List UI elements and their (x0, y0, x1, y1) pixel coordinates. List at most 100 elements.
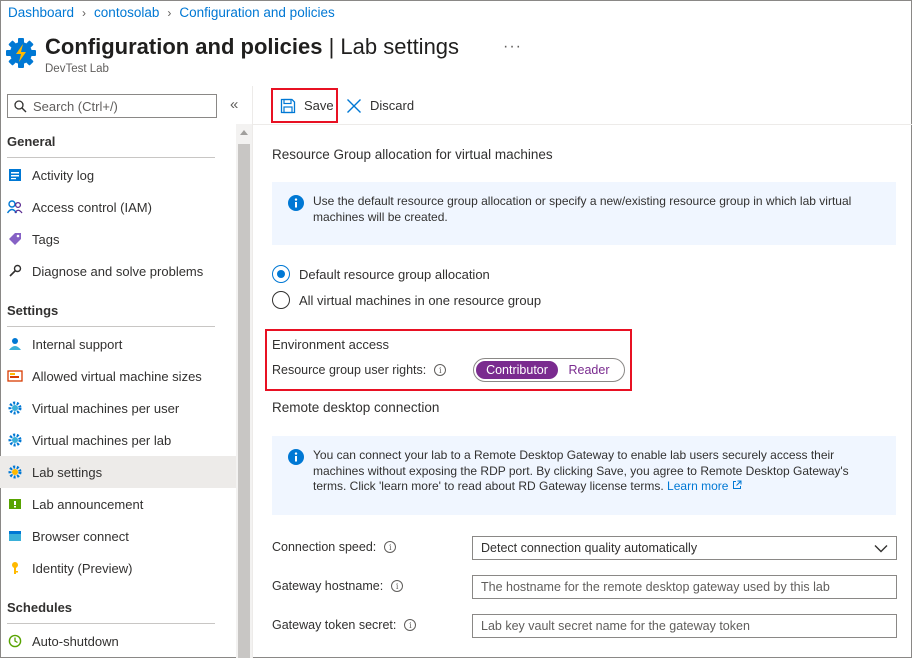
discard-label: Discard (370, 98, 415, 113)
gateway-hostname-input[interactable] (481, 580, 896, 594)
radio-button[interactable] (272, 291, 290, 309)
sidebar-item-label: Diagnose and solve problems (32, 263, 204, 279)
radio-default-allocation[interactable]: Default resource group allocation (272, 265, 490, 283)
sidebar-item-label: Allowed virtual machine sizes (32, 368, 202, 384)
external-link-icon (732, 480, 742, 489)
page-header: Configuration and policies | Lab setting… (6, 32, 521, 75)
clock-icon (7, 633, 23, 649)
sidebar-item-lab-settings[interactable]: Lab settings (0, 456, 236, 488)
sidebar-item-tags[interactable]: Tags (0, 223, 236, 255)
sidebar-item-browser-connect[interactable]: Browser connect (0, 520, 236, 552)
scroll-up-arrow-icon[interactable] (240, 130, 248, 135)
connection-speed-dropdown[interactable]: Detect connection quality automatically (472, 536, 897, 560)
announcement-icon (7, 496, 23, 512)
section-heading-schedules: Schedules (7, 600, 73, 615)
save-button[interactable]: Save (271, 88, 338, 123)
divider (7, 326, 215, 327)
gateway-token-label: Gateway token secret: i (272, 618, 417, 632)
radio-button-checked[interactable] (272, 265, 290, 283)
search-input[interactable]: Search (Ctrl+/) (7, 94, 217, 118)
connection-speed-value: Detect connection quality automatically (481, 541, 698, 555)
search-icon (14, 99, 27, 112)
collapse-sidebar-icon[interactable]: « (230, 96, 238, 113)
save-icon (280, 98, 296, 113)
rg-info-text: Use the default resource group allocatio… (313, 194, 852, 224)
sidebar-item-label: Browser connect (32, 528, 129, 544)
radio-label: All virtual machines in one resource gro… (299, 292, 542, 308)
sidebar-item-diagnose[interactable]: Diagnose and solve problems (0, 255, 236, 287)
breadcrumb: Dashboard › contosolab › Configuration a… (8, 5, 335, 20)
info-icon[interactable]: i (384, 541, 397, 553)
connection-speed-label: Connection speed: i (272, 540, 397, 554)
sidebar-item-allowed-vm-sizes[interactable]: Allowed virtual machine sizes (0, 360, 236, 392)
info-icon[interactable]: i (391, 580, 404, 592)
info-icon[interactable]: i (434, 364, 447, 376)
browser-icon (7, 528, 23, 544)
gateway-hostname-field[interactable] (472, 575, 897, 599)
save-label: Save (304, 98, 334, 113)
gear-icon (7, 432, 23, 448)
people-icon (7, 199, 23, 215)
toggle-reader[interactable]: Reader (558, 361, 620, 379)
sidebar-item-lab-announcement[interactable]: Lab announcement (0, 488, 236, 520)
page-title: Configuration and policies | Lab setting… (45, 34, 460, 59)
search-placeholder: Search (Ctrl+/) (33, 98, 118, 114)
info-icon[interactable]: i (404, 619, 417, 631)
sidebar-item-label: Auto-shutdown (32, 633, 119, 649)
gateway-token-field[interactable] (472, 614, 897, 638)
discard-button[interactable]: Discard (346, 88, 414, 123)
sidebar-item-vms-per-user[interactable]: Virtual machines per user (0, 392, 236, 424)
user-rights-toggle[interactable]: Contributor Reader (473, 358, 625, 382)
key-icon (7, 560, 23, 576)
toolbar-divider (253, 124, 912, 125)
sidebar-item-label: Identity (Preview) (32, 560, 133, 576)
sidebar-menu: General Activity log Access control (IAM… (0, 124, 236, 658)
chevron-right-icon: › (82, 5, 87, 20)
scrollbar-thumb[interactable] (238, 144, 250, 658)
sidebar-item-auto-shutdown[interactable]: Auto-shutdown (0, 625, 236, 657)
radio-single-rg[interactable]: All virtual machines in one resource gro… (272, 291, 541, 309)
section-heading-settings: Settings (7, 303, 59, 318)
chevron-right-icon: › (167, 5, 172, 20)
sidebar-item-identity[interactable]: Identity (Preview) (0, 552, 236, 584)
sidebar-item-label: Internal support (32, 336, 123, 352)
activity-log-icon (7, 167, 23, 183)
sidebar-item-vms-per-lab[interactable]: Virtual machines per lab (0, 424, 236, 456)
vm-sizes-icon (7, 368, 23, 384)
page-subtitle: DevTest Lab (45, 63, 109, 75)
sidebar-item-label: Lab settings (32, 464, 103, 480)
info-icon (288, 449, 304, 465)
rg-allocation-heading: Resource Group allocation for virtual ma… (272, 147, 553, 162)
sidebar-item-access-control[interactable]: Access control (IAM) (0, 191, 236, 223)
rdp-info-banner: You can connect your lab to a Remote Des… (272, 436, 896, 515)
support-person-icon (7, 336, 23, 352)
sidebar-scrollbar[interactable] (236, 124, 252, 658)
toggle-contributor[interactable]: Contributor (476, 361, 558, 379)
tag-icon (7, 231, 23, 247)
sidebar-item-label: Access control (IAM) (32, 199, 152, 215)
more-options-icon[interactable]: ··· (503, 38, 522, 56)
gateway-hostname-label: Gateway hostname: i (272, 579, 404, 593)
devtest-lab-gear-icon (6, 38, 36, 68)
pane-divider (252, 86, 253, 658)
sidebar-item-activity-log[interactable]: Activity log (0, 159, 236, 191)
breadcrumb-contosolab[interactable]: contosolab (94, 5, 159, 20)
info-icon (288, 195, 304, 211)
breadcrumb-config-policies[interactable]: Configuration and policies (179, 5, 334, 20)
divider (7, 157, 215, 158)
sidebar-item-label: Lab announcement (32, 496, 144, 512)
rdp-heading: Remote desktop connection (272, 400, 440, 415)
sidebar-item-internal-support[interactable]: Internal support (0, 328, 236, 360)
rights-label: Resource group user rights: i (272, 363, 447, 377)
rg-info-banner: Use the default resource group allocatio… (272, 182, 896, 245)
sidebar-item-label: Tags (32, 231, 60, 247)
learn-more-link[interactable]: Learn more (667, 479, 742, 493)
close-icon (347, 98, 361, 113)
gateway-token-input[interactable] (481, 619, 896, 633)
breadcrumb-dashboard[interactable]: Dashboard (8, 5, 74, 20)
radio-label: Default resource group allocation (299, 266, 490, 282)
wrench-icon (7, 263, 23, 279)
chevron-down-icon (874, 544, 888, 552)
rdp-info-text: You can connect your lab to a Remote Des… (313, 448, 849, 493)
environment-access-heading: Environment access (272, 337, 390, 352)
